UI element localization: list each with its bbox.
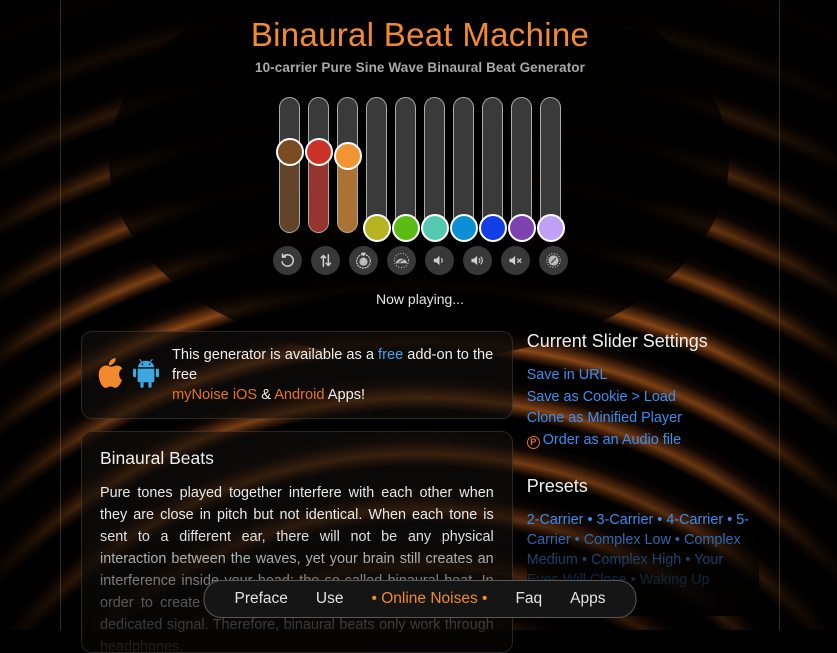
slider-carrier-10[interactable]	[540, 97, 561, 233]
sidebar-link-clone-minified[interactable]: Clone as Minified Player	[527, 409, 759, 429]
page-header: Binaural Beat Machine 10-carrier Pure Si…	[61, 0, 779, 75]
equalizer-icon[interactable]	[539, 246, 568, 275]
slider-carrier-8[interactable]	[482, 97, 503, 233]
preset-separator: •	[583, 512, 596, 528]
volume-high-icon[interactable]	[463, 246, 492, 275]
preset-separator: •	[681, 552, 694, 568]
slider-knob-carrier-10[interactable]	[537, 214, 565, 242]
preset-separator: •	[571, 532, 584, 548]
slider-knob-carrier-1[interactable]	[276, 138, 304, 166]
bottom-navigation-bar[interactable]: Preface Use • Online Noises • Faq Apps	[203, 580, 636, 618]
mynoise-ios-link[interactable]: myNoise iOS	[172, 387, 257, 403]
timer-icon[interactable]	[349, 246, 378, 275]
nav-apps[interactable]: Apps	[570, 590, 605, 608]
slider-carrier-4[interactable]	[366, 97, 387, 233]
volume-low-icon[interactable]	[425, 246, 454, 275]
slider-knob-carrier-4[interactable]	[363, 214, 391, 242]
slider-carrier-5[interactable]	[395, 97, 416, 233]
reset-icon[interactable]	[273, 246, 302, 275]
android-logo-icon	[132, 358, 160, 393]
promo-amp: &	[257, 387, 274, 403]
page-title: Binaural Beat Machine	[61, 16, 779, 54]
slider-knob-carrier-7[interactable]	[450, 214, 478, 242]
preset-separator: •	[653, 512, 666, 528]
nav-faq[interactable]: Faq	[515, 590, 542, 608]
slider-knob-carrier-3[interactable]	[334, 142, 362, 170]
volume-mute-icon[interactable]	[501, 246, 530, 275]
slider-knob-carrier-8[interactable]	[479, 214, 507, 242]
app-promo-text: This generator is available as a free ad…	[172, 345, 496, 405]
updown-arrows-icon[interactable]	[311, 246, 340, 275]
page-container: Binaural Beat Machine 10-carrier Pure Si…	[60, 0, 780, 630]
store-logos	[98, 358, 160, 393]
slider-carrier-1[interactable]	[279, 97, 300, 233]
nav-preface[interactable]: Preface	[234, 590, 287, 608]
slider-knob-carrier-5[interactable]	[392, 214, 420, 242]
slider-knob-carrier-9[interactable]	[508, 214, 536, 242]
binaural-player: Now playing...	[61, 97, 779, 307]
preset-link[interactable]: Complex Low	[584, 532, 671, 548]
animation-icon[interactable]	[387, 246, 416, 275]
preset-link[interactable]: 4-Carrier	[666, 512, 723, 528]
preset-separator: •	[723, 512, 736, 528]
slider-settings-links[interactable]: Save in URLSave as Cookie > LoadClone as…	[527, 366, 759, 450]
presets-heading: Presets	[527, 476, 759, 497]
now-playing-status: Now playing...	[61, 291, 779, 307]
slider-carrier-2[interactable]	[308, 97, 329, 233]
article-paragraph-1: Pure tones played together interfere wit…	[100, 483, 494, 653]
preset-link[interactable]: Complex High	[591, 552, 681, 568]
promo-apps-suffix: Apps!	[325, 387, 366, 403]
preset-separator: •	[671, 532, 684, 548]
apple-logo-icon	[98, 358, 124, 393]
paid-badge-icon: P	[527, 436, 540, 449]
article-panel: Binaural Beats Pure tones played togethe…	[81, 431, 513, 653]
page-subtitle: 10-carrier Pure Sine Wave Binaural Beat …	[61, 60, 779, 75]
nav-use[interactable]: Use	[316, 590, 344, 608]
slider-carrier-7[interactable]	[453, 97, 474, 233]
preset-separator: •	[578, 552, 591, 568]
slider-settings-heading: Current Slider Settings	[527, 331, 759, 352]
slider-carrier-6[interactable]	[424, 97, 445, 233]
player-controls[interactable]	[61, 246, 779, 275]
app-promo-banner[interactable]: This generator is available as a free ad…	[81, 331, 513, 419]
presets-list[interactable]: 2-Carrier • 3-Carrier • 4-Carrier • 5-Ca…	[527, 511, 759, 591]
preset-link[interactable]: 2-Carrier	[527, 512, 584, 528]
android-link[interactable]: Android	[274, 387, 324, 403]
free-link[interactable]: free	[378, 347, 403, 363]
promo-line1-a: This generator is available as a	[172, 347, 378, 363]
slider-carrier-3[interactable]	[337, 97, 358, 233]
slider-knob-carrier-6[interactable]	[421, 214, 449, 242]
sidebar-link-order-audio-file[interactable]: POrder as an Audio file	[527, 431, 759, 451]
slider-carrier-9[interactable]	[511, 97, 532, 233]
slider-knob-carrier-2[interactable]	[305, 138, 333, 166]
preset-link[interactable]: Waking Up	[640, 572, 710, 588]
preset-link[interactable]: 3-Carrier	[597, 512, 654, 528]
slider-bank[interactable]	[61, 97, 779, 235]
sidebar-link-save-in-url[interactable]: Save in URL	[527, 366, 759, 386]
nav-online-noises[interactable]: • Online Noises •	[371, 590, 487, 608]
sidebar-link-save-as-cookie[interactable]: Save as Cookie > Load	[527, 388, 759, 408]
article-heading: Binaural Beats	[100, 448, 494, 469]
